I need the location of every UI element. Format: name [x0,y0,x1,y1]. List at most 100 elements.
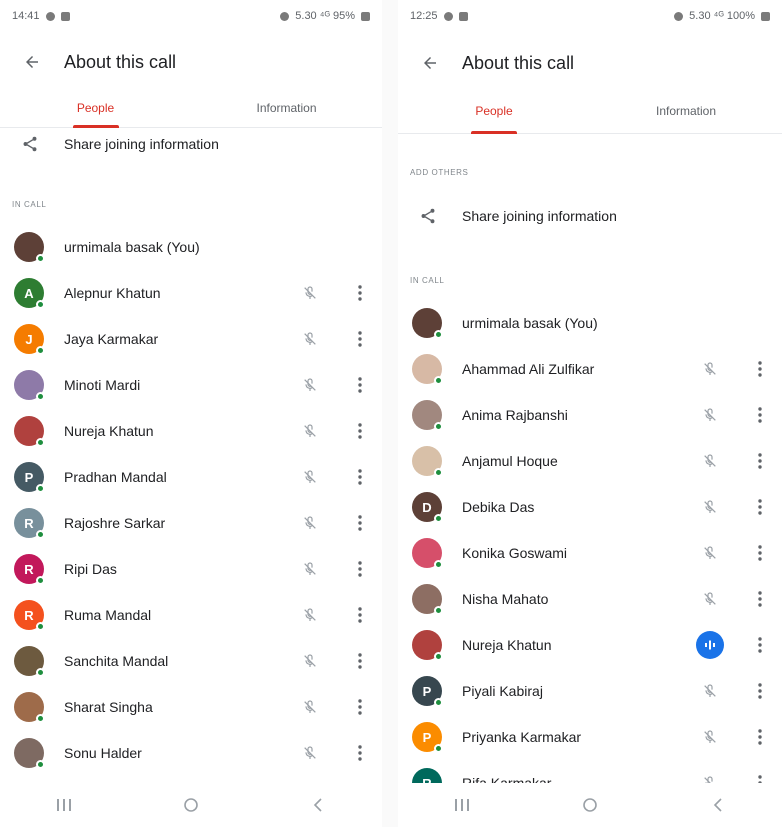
mute-button[interactable] [296,601,324,629]
more-vert-icon [758,361,762,377]
mute-button[interactable] [696,493,724,521]
participant-row[interactable]: P Priyanka Karmakar [398,714,782,760]
participant-name: Anima Rajbanshi [462,407,568,423]
mute-button[interactable] [296,509,324,537]
participant-name: Sanchita Mandal [64,653,169,669]
more-options-button[interactable] [350,601,370,629]
participant-row[interactable]: Minoti Mardi [0,362,382,408]
presence-dot [36,530,45,539]
mute-button[interactable] [696,355,724,383]
status-time: 12:25 [410,10,438,22]
participant-row[interactable]: Nisha Mahato [398,576,782,622]
participant-row[interactable]: urmimala basak (You) [398,300,782,346]
more-options-button[interactable] [350,693,370,721]
participant-row[interactable]: Anjamul Hoque [398,438,782,484]
presence-dot [36,438,45,447]
avatar [412,354,443,385]
participant-row[interactable]: R Ripi Das [0,546,382,592]
participant-row[interactable]: R Ruma Mandal [0,592,382,638]
mute-button[interactable] [296,371,324,399]
mute-button[interactable] [296,279,324,307]
participant-row[interactable]: Anima Rajbanshi [398,392,782,438]
participant-row[interactable]: Sonu Halder [0,730,382,776]
avatar: R [14,554,45,585]
more-options-button[interactable] [350,279,370,307]
mute-button[interactable] [696,539,724,567]
participant-row[interactable]: A Alepnur Khatun [0,270,382,316]
more-vert-icon [758,729,762,745]
participant-row[interactable]: J Jaya Karmakar [0,316,382,362]
nav-back-button[interactable] [298,790,338,820]
more-options-button[interactable] [750,401,770,429]
mute-button[interactable] [296,739,324,767]
more-options-button[interactable] [750,493,770,521]
participant-row[interactable]: Sanchita Mandal [0,638,382,684]
more-options-button[interactable] [750,539,770,567]
mute-button[interactable] [296,693,324,721]
notification-icon [60,11,70,21]
nav-back-button[interactable] [698,790,738,820]
participant-row[interactable]: urmimala basak (You) [0,224,382,270]
participant-row[interactable]: P Pradhan Mandal [0,454,382,500]
more-options-button[interactable] [750,585,770,613]
more-options-button[interactable] [350,647,370,675]
participant-row[interactable]: D Debika Das [398,484,782,530]
more-options-button[interactable] [750,677,770,705]
more-options-button[interactable] [750,723,770,751]
more-options-button[interactable] [350,509,370,537]
mic-off-icon [702,454,718,467]
participant-row[interactable]: Sharat Singha [0,684,382,730]
presence-dot [36,668,45,677]
more-options-button[interactable] [350,371,370,399]
nav-home-button[interactable] [171,790,211,820]
mute-button[interactable] [696,723,724,751]
participant-row[interactable]: Nureja Khatun [0,408,382,454]
mute-button[interactable] [296,463,324,491]
participant-name: Ahammad Ali Zulfikar [462,361,595,377]
status-indicators: 5.30 ⁴ᴳ 95% [295,10,355,22]
mute-button[interactable] [696,677,724,705]
participant-row[interactable]: Ahammad Ali Zulfikar [398,346,782,392]
tab-people-label: People [76,100,115,115]
more-vert-icon [358,377,362,393]
avatar [412,446,443,477]
more-options-button[interactable] [350,555,370,583]
tab-people[interactable]: People [398,88,590,134]
participant-name: Minoti Mardi [64,377,141,393]
nav-recents-button[interactable] [442,790,482,820]
mute-button[interactable] [296,325,324,353]
mic-off-icon [302,700,318,713]
nav-home-button[interactable] [570,790,610,820]
speaking-indicator-button[interactable] [696,631,724,659]
tab-people[interactable]: People [0,88,191,128]
back-button[interactable] [20,50,44,74]
more-options-button[interactable] [750,631,770,659]
mute-button[interactable] [296,647,324,675]
participant-row[interactable]: P Piyali Kabiraj [398,668,782,714]
more-vert-icon [358,423,362,439]
mute-button[interactable] [296,555,324,583]
share-joining-info-button[interactable]: Share joining information [0,124,382,164]
more-options-button[interactable] [750,355,770,383]
more-options-button[interactable] [350,739,370,767]
participant-row[interactable]: R Rajoshre Sarkar [0,500,382,546]
more-options-button[interactable] [350,417,370,445]
mute-button[interactable] [296,417,324,445]
tab-information[interactable]: Information [590,88,782,133]
mute-button[interactable] [696,447,724,475]
more-vert-icon [358,331,362,347]
more-options-button[interactable] [750,447,770,475]
mute-button[interactable] [696,585,724,613]
participant-row[interactable]: Nureja Khatun [398,622,782,668]
share-joining-info-button[interactable]: Share joining information [398,196,782,236]
back-button[interactable] [418,51,442,75]
participant-name: Anjamul Hoque [462,453,558,469]
nav-recents-button[interactable] [44,790,84,820]
mute-button[interactable] [696,401,724,429]
participant-name: urmimala basak (You) [64,239,200,255]
tab-information[interactable]: Information [191,88,382,127]
more-options-button[interactable] [350,325,370,353]
more-options-button[interactable] [350,463,370,491]
participant-row[interactable]: Konika Goswami [398,530,782,576]
status-bar: 12:25 5.30 ⁴ᴳ 100% [398,0,782,32]
